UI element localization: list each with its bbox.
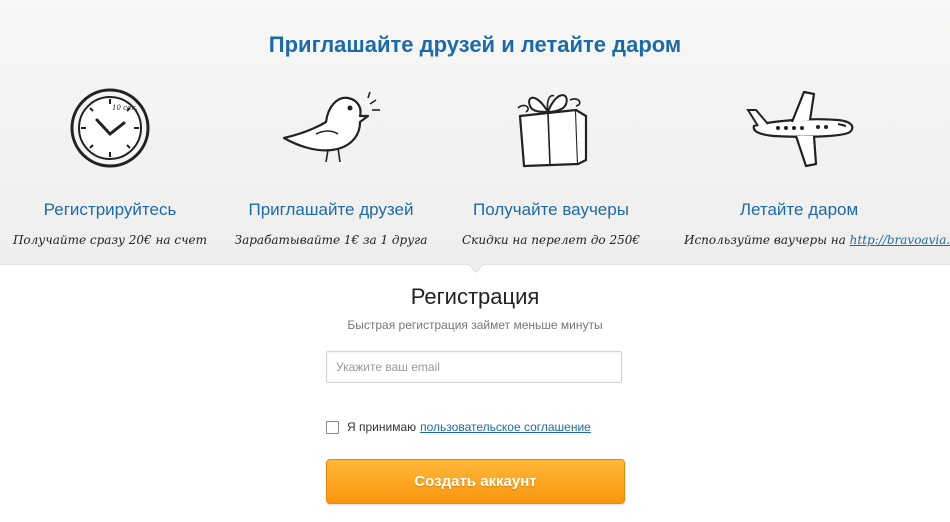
step-fly: Летайте даром Используйте ваучеры на htt… [684,80,950,260]
agreement-row: Я принимаю пользовательское соглашение [326,419,591,435]
gift-icon [506,86,596,177]
airplane-icon [734,86,864,177]
email-field[interactable] [326,351,622,383]
user-agreement-link[interactable]: пользовательское соглашение [420,420,591,434]
step-desc-text: Используйте ваучеры на [684,233,846,247]
step-title: Приглашайте друзей [248,200,414,219]
hero-title: Приглашайте друзей и летайте даром [268,32,682,57]
step-title: Получайте ваучеры [473,200,629,219]
step-desc: Используйте ваучеры на http://bravoavia.… [684,233,950,247]
step-register: 10 сек. Регистрируйтесь Получайте сразу … [0,80,225,260]
step-title: Регистрируйтесь [43,200,177,219]
step-vouchers: Получайте ваучеры Скидки на перелет до 2… [436,80,666,260]
step-title: Летайте даром [739,200,859,219]
step-desc: Скидки на перелет до 250€ [462,233,640,247]
clock-icon: 10 сек. [68,86,152,175]
step-desc: Зарабатывайте 1€ за 1 друга [234,233,428,247]
clock-label: 10 сек. [112,104,138,112]
create-account-button[interactable]: Создать аккаунт [326,459,625,504]
bird-icon [276,86,386,175]
bravoavia-link[interactable]: http://bravoavia.ru [850,233,950,247]
agreement-label: Я принимаю [347,420,417,434]
step-desc: Получайте сразу 20€ на счет [12,233,208,247]
registration-subtitle: Быстрая регистрация займет меньше минуты [347,318,603,332]
hero-pointer-fill [468,263,484,271]
step-invite: Приглашайте друзей Зарабатывайте 1€ за 1… [216,80,446,260]
hero-banner: Приглашайте друзей и летайте даром 10 се… [0,0,950,265]
agreement-checkbox[interactable] [326,420,339,434]
registration-title: Регистрация [410,284,540,309]
